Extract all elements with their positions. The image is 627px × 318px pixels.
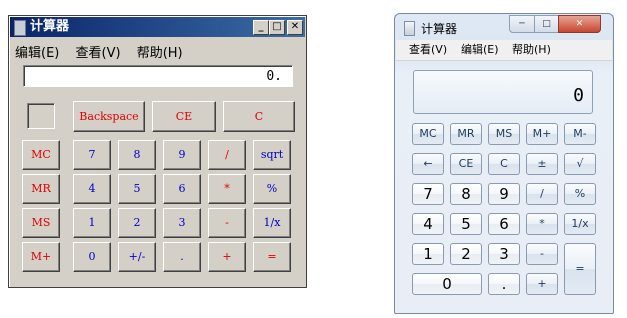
key-button[interactable]: + xyxy=(526,273,558,295)
key-button[interactable]: 4 xyxy=(412,213,444,235)
key-button[interactable]: C xyxy=(488,153,520,175)
key-button[interactable]: 8 xyxy=(118,140,156,170)
memory-key-button[interactable]: MC xyxy=(412,123,444,145)
win7-title-bar[interactable]: 计算器 ─ □ ✕ xyxy=(395,14,613,40)
key-button[interactable]: 1/x xyxy=(564,213,596,235)
key-button[interactable]: 4 xyxy=(73,174,111,204)
key-button[interactable]: √ xyxy=(564,153,596,175)
menu-edit[interactable]: 编辑(E) xyxy=(15,46,59,61)
key-button[interactable]: * xyxy=(208,174,246,204)
backspace-button[interactable]: Backspace xyxy=(73,101,145,132)
win7-calculator-window: 计算器 ─ □ ✕ 查看(V) 编辑(E) 帮助(H) 0 MC MR MS M+ M-… xyxy=(394,13,614,314)
key-button[interactable]: . xyxy=(488,273,520,295)
key-button[interactable]: MC xyxy=(22,140,60,170)
key-button[interactable]: 3 xyxy=(163,208,201,238)
key-button[interactable]: 1 xyxy=(73,208,111,238)
win7-display: 0 xyxy=(413,70,593,114)
key-button[interactable]: 2 xyxy=(450,243,482,265)
win7-menu-bar: 查看(V) 编辑(E) 帮助(H) xyxy=(396,40,612,61)
key-button[interactable]: MS xyxy=(22,208,60,238)
classic-display: 0. xyxy=(23,65,293,87)
key-button[interactable]: + xyxy=(208,242,246,272)
key-button[interactable]: 7 xyxy=(73,140,111,170)
key-button[interactable]: 5 xyxy=(450,213,482,235)
win7-window-title: 计算器 xyxy=(421,22,458,36)
minimize-button[interactable]: ─ xyxy=(509,15,535,33)
key-button[interactable]: = xyxy=(253,242,291,272)
maximize-button[interactable]: □ xyxy=(534,15,559,33)
key-button[interactable]: . xyxy=(163,242,201,272)
key-button[interactable]: 0 xyxy=(412,273,482,295)
key-button[interactable]: 6 xyxy=(163,174,201,204)
clear-button[interactable]: C xyxy=(223,101,295,132)
backspace-button[interactable]: ← xyxy=(412,153,444,175)
key-button[interactable]: * xyxy=(526,213,558,235)
classic-calculator-window: 计算器 _ □ ✕ 编辑(E) 查看(V) 帮助(H) 0. Backspace… xyxy=(8,15,307,288)
key-button[interactable]: / xyxy=(208,140,246,170)
key-button[interactable]: M+ xyxy=(22,242,60,272)
key-button[interactable]: CE xyxy=(450,153,482,175)
key-button[interactable]: 0 xyxy=(73,242,111,272)
menu-edit[interactable]: 编辑(E) xyxy=(461,40,499,60)
menu-view[interactable]: 查看(V) xyxy=(76,46,121,61)
menu-view[interactable]: 查看(V) xyxy=(409,40,447,60)
calculator-app-icon xyxy=(14,20,26,36)
classic-menu-bar: 编辑(E) 查看(V) 帮助(H) xyxy=(15,42,195,61)
key-button[interactable]: % xyxy=(253,174,291,204)
close-button[interactable]: ✕ xyxy=(558,15,601,33)
key-button[interactable]: 6 xyxy=(488,213,520,235)
key-button[interactable]: 1 xyxy=(412,243,444,265)
close-button[interactable]: ✕ xyxy=(287,20,303,35)
key-button[interactable]: sqrt xyxy=(253,140,291,170)
minimize-button[interactable]: _ xyxy=(253,20,269,35)
menu-help[interactable]: 帮助(H) xyxy=(512,40,551,60)
clear-entry-button[interactable]: CE xyxy=(152,101,216,132)
key-button[interactable]: - xyxy=(208,208,246,238)
classic-window-title: 计算器 xyxy=(30,19,70,34)
key-button[interactable]: 8 xyxy=(450,183,482,205)
memory-key-button[interactable]: M+ xyxy=(526,123,558,145)
key-button[interactable]: 7 xyxy=(412,183,444,205)
key-button[interactable]: % xyxy=(564,183,596,205)
classic-title-bar[interactable]: 计算器 _ □ ✕ xyxy=(10,17,305,37)
key-button[interactable]: +/- xyxy=(118,242,156,272)
menu-help[interactable]: 帮助(H) xyxy=(137,46,183,61)
key-button[interactable]: / xyxy=(526,183,558,205)
maximize-button[interactable]: □ xyxy=(269,20,285,35)
memory-key-button[interactable]: MS xyxy=(488,123,520,145)
key-button[interactable]: 1/x xyxy=(253,208,291,238)
key-button[interactable]: 9 xyxy=(163,140,201,170)
key-button[interactable]: = xyxy=(564,243,596,295)
memory-key-button[interactable]: MR xyxy=(450,123,482,145)
key-button[interactable]: 9 xyxy=(488,183,520,205)
key-button[interactable]: ± xyxy=(526,153,558,175)
key-button[interactable]: 5 xyxy=(118,174,156,204)
key-button[interactable]: 2 xyxy=(118,208,156,238)
display-value: 0 xyxy=(573,85,584,106)
key-button[interactable]: 3 xyxy=(488,243,520,265)
key-button[interactable]: - xyxy=(526,243,558,265)
calculator-app-icon xyxy=(404,21,415,36)
key-button[interactable]: MR xyxy=(22,174,60,204)
memory-indicator xyxy=(27,103,55,129)
memory-key-button[interactable]: M- xyxy=(564,123,596,145)
